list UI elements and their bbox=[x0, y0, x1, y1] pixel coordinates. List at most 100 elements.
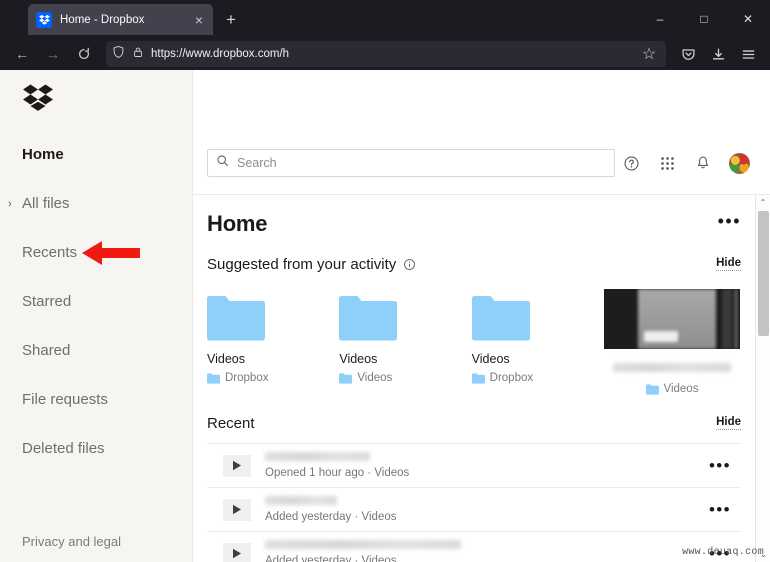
scrollbar-thumb[interactable] bbox=[758, 211, 769, 336]
chevron-right-icon[interactable]: › bbox=[8, 198, 12, 210]
back-button[interactable]: ← bbox=[8, 41, 36, 67]
sidebar: Home › All files Recents Starred Shared … bbox=[0, 70, 193, 562]
sidebar-item-home[interactable]: Home bbox=[0, 130, 193, 179]
page-title-row: Home ••• bbox=[207, 195, 741, 247]
suggested-card[interactable]: Videos Dropbox bbox=[471, 289, 604, 395]
sidebar-item-recents[interactable]: Recents bbox=[0, 228, 193, 277]
info-icon[interactable] bbox=[403, 258, 416, 271]
sidebar-item-label: All files bbox=[22, 195, 70, 212]
address-bar[interactable]: https://www.dropbox.com/h ☆ bbox=[106, 41, 666, 67]
tab-strip: Home - Dropbox × + – □ ✕ bbox=[0, 0, 770, 38]
vertical-scrollbar[interactable]: ⌃ ⌄ bbox=[755, 195, 770, 562]
small-folder-icon bbox=[207, 372, 220, 384]
suggested-section-header: Suggested from your activity Hide bbox=[207, 247, 741, 281]
card-location-label: Dropbox bbox=[225, 372, 269, 384]
card-location: Dropbox bbox=[471, 372, 603, 384]
notifications-bell-icon[interactable] bbox=[693, 153, 713, 173]
row-overflow-menu-button[interactable]: ••• bbox=[709, 457, 739, 474]
row-subtitle: Opened 1 hour ago · Videos bbox=[265, 467, 410, 479]
sidebar-item-starred[interactable]: Starred bbox=[0, 277, 193, 326]
page-overflow-menu-button[interactable]: ••• bbox=[718, 212, 741, 231]
scroll-up-arrow-icon[interactable]: ⌃ bbox=[756, 195, 770, 210]
lock-icon[interactable] bbox=[132, 45, 144, 64]
forward-button[interactable]: → bbox=[39, 41, 67, 67]
recent-section-title: Recent bbox=[207, 414, 255, 432]
hide-recent-button[interactable]: Hide bbox=[716, 416, 741, 430]
maximize-button[interactable]: □ bbox=[682, 0, 726, 38]
watermark: www.deuaq.com bbox=[682, 547, 764, 558]
suggested-card[interactable]: Videos Dropbox bbox=[207, 289, 339, 395]
hide-suggested-button[interactable]: Hide bbox=[716, 257, 741, 271]
sidebar-item-label: File requests bbox=[22, 391, 108, 408]
toolbar-right bbox=[674, 41, 762, 67]
header-icons bbox=[621, 152, 756, 174]
row-body: Added yesterday · Videos bbox=[265, 496, 709, 523]
sidebar-nav: Home › All files Recents Starred Shared … bbox=[0, 130, 193, 473]
url-text: https://www.dropbox.com/h bbox=[151, 48, 290, 60]
card-location: Dropbox bbox=[207, 372, 338, 384]
card-name: Videos bbox=[207, 352, 245, 366]
small-folder-icon bbox=[339, 372, 353, 384]
video-thumbnail bbox=[603, 289, 740, 349]
app-grid-icon[interactable] bbox=[657, 153, 677, 173]
help-icon[interactable] bbox=[621, 153, 641, 173]
row-overflow-menu-button[interactable]: ••• bbox=[709, 501, 739, 518]
row-body: Opened 1 hour ago · Videos bbox=[265, 452, 709, 479]
dropbox-logo-icon[interactable] bbox=[22, 82, 54, 112]
privacy-and-legal-link[interactable]: Privacy and legal bbox=[22, 534, 121, 549]
main-content: Search Home ••• Suggested from your acti… bbox=[193, 70, 770, 562]
small-folder-icon bbox=[645, 383, 659, 395]
video-play-icon bbox=[223, 542, 251, 562]
table-row[interactable]: Added yesterday · Videos ••• bbox=[207, 487, 741, 531]
card-name-blurred bbox=[612, 363, 731, 372]
suggested-section-title: Suggested from your activity bbox=[207, 255, 397, 273]
browser-tab[interactable]: Home - Dropbox × bbox=[28, 4, 213, 35]
browser-navigation-bar: ← → https://www.dropbox.com/h ☆ bbox=[0, 38, 770, 70]
recent-section-header: Recent Hide bbox=[207, 403, 741, 443]
folder-icon bbox=[471, 289, 603, 341]
downloads-icon[interactable] bbox=[704, 41, 732, 67]
dropbox-web-app: Home › All files Recents Starred Shared … bbox=[0, 70, 770, 562]
video-play-icon bbox=[223, 498, 251, 521]
hamburger-menu-icon[interactable] bbox=[734, 41, 762, 67]
reload-button[interactable] bbox=[70, 41, 98, 67]
bookmark-star-icon[interactable]: ☆ bbox=[638, 43, 660, 65]
folder-icon bbox=[339, 289, 470, 341]
browser-chrome: Home - Dropbox × + – □ ✕ ← → https://www… bbox=[0, 0, 770, 70]
suggested-card[interactable]: Videos Videos bbox=[339, 289, 471, 395]
new-tab-button[interactable]: + bbox=[220, 9, 242, 31]
row-body: Added yesterday · Videos bbox=[265, 540, 709, 562]
sidebar-item-all-files[interactable]: › All files bbox=[0, 179, 193, 228]
row-filename-blurred bbox=[265, 540, 461, 549]
pocket-icon[interactable] bbox=[674, 41, 702, 67]
close-tab-icon[interactable]: × bbox=[193, 13, 205, 27]
content-scroll-area: Home ••• Suggested from your activity Hi… bbox=[193, 195, 770, 562]
content: Home ••• Suggested from your activity Hi… bbox=[193, 195, 755, 562]
tab-title: Home - Dropbox bbox=[60, 13, 145, 26]
card-name: Videos bbox=[471, 352, 510, 366]
table-row[interactable]: Added yesterday · Videos ••• bbox=[207, 531, 741, 562]
app-header: Search bbox=[193, 132, 770, 194]
minimize-button[interactable]: – bbox=[638, 0, 682, 38]
tracking-shield-icon[interactable] bbox=[112, 45, 125, 64]
suggested-card[interactable]: Videos bbox=[603, 289, 741, 395]
user-avatar[interactable] bbox=[729, 152, 750, 174]
sidebar-item-shared[interactable]: Shared bbox=[0, 326, 193, 375]
card-location: Videos bbox=[604, 383, 740, 395]
row-filename-blurred bbox=[265, 452, 370, 461]
window-controls: – □ ✕ bbox=[638, 0, 770, 38]
card-name: Videos bbox=[339, 352, 378, 366]
sidebar-item-label: Home bbox=[22, 146, 64, 163]
table-row[interactable]: Opened 1 hour ago · Videos ••• bbox=[207, 443, 741, 487]
sidebar-item-deleted-files[interactable]: Deleted files bbox=[0, 424, 193, 473]
sidebar-item-label: Starred bbox=[22, 293, 72, 310]
row-subtitle: Added yesterday · Videos bbox=[265, 555, 397, 562]
browser-window: Home - Dropbox × + – □ ✕ ← → https://www… bbox=[0, 0, 770, 562]
sidebar-item-label: Recents bbox=[22, 244, 78, 261]
close-window-button[interactable]: ✕ bbox=[726, 0, 770, 38]
small-folder-icon bbox=[471, 372, 485, 384]
dropbox-favicon-icon bbox=[36, 11, 52, 28]
sidebar-item-file-requests[interactable]: File requests bbox=[0, 375, 193, 424]
search-input[interactable]: Search bbox=[207, 149, 615, 177]
card-location-label: Videos bbox=[357, 372, 393, 384]
